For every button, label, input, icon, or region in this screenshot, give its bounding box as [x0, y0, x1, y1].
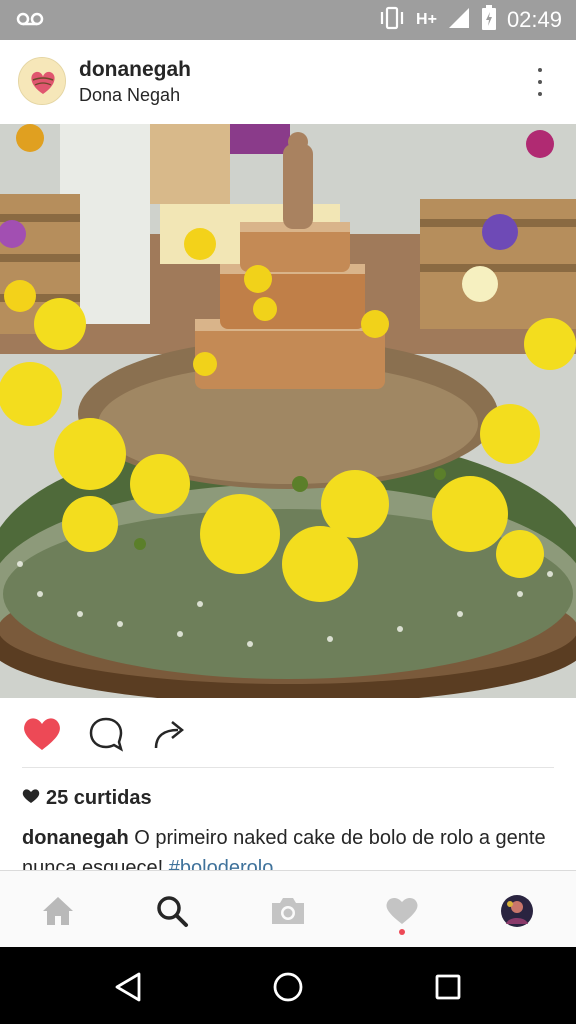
home-icon[interactable]	[38, 891, 78, 931]
vibrate-icon	[378, 6, 406, 35]
recents-icon[interactable]	[428, 967, 468, 1007]
share-icon[interactable]	[152, 716, 188, 757]
likes-text: 25 curtidas	[46, 787, 152, 809]
caption-hashtag[interactable]: #bolodero​lo	[169, 857, 274, 871]
battery-icon	[481, 4, 497, 36]
search-icon[interactable]	[152, 891, 192, 931]
activity-icon[interactable]	[382, 891, 422, 931]
status-bar: H+ 02:49	[0, 0, 576, 40]
home-circle-icon[interactable]	[268, 967, 308, 1007]
avatar[interactable]	[18, 57, 66, 105]
more-options-icon[interactable]	[536, 68, 544, 96]
post-header: donanegah Dona Negah	[0, 40, 576, 124]
profile-icon[interactable]	[497, 891, 537, 931]
post-photo[interactable]	[0, 124, 576, 698]
voicemail-icon	[16, 11, 44, 32]
post-fullname: Dona Negah	[79, 85, 181, 105]
signal-icon	[447, 6, 471, 35]
bottom-nav	[0, 870, 576, 947]
post-actions	[0, 698, 576, 768]
android-nav-bar	[0, 947, 576, 1024]
notification-dot	[399, 929, 405, 935]
caption-username[interactable]: donanegah	[22, 827, 129, 849]
divider	[22, 767, 554, 768]
comment-icon[interactable]	[88, 716, 124, 757]
camera-icon[interactable]	[268, 891, 308, 931]
post-username[interactable]: donanegah	[79, 58, 191, 82]
network-type: H+	[416, 11, 437, 28]
like-heart-icon[interactable]	[22, 716, 62, 757]
small-heart-icon	[22, 787, 40, 810]
likes-count[interactable]: 25 curtidas	[22, 787, 152, 810]
clock: 02:49	[506, 7, 562, 32]
post-caption: donanegah O primeiro naked cake de bolo …	[22, 823, 562, 871]
back-icon[interactable]	[108, 967, 148, 1007]
